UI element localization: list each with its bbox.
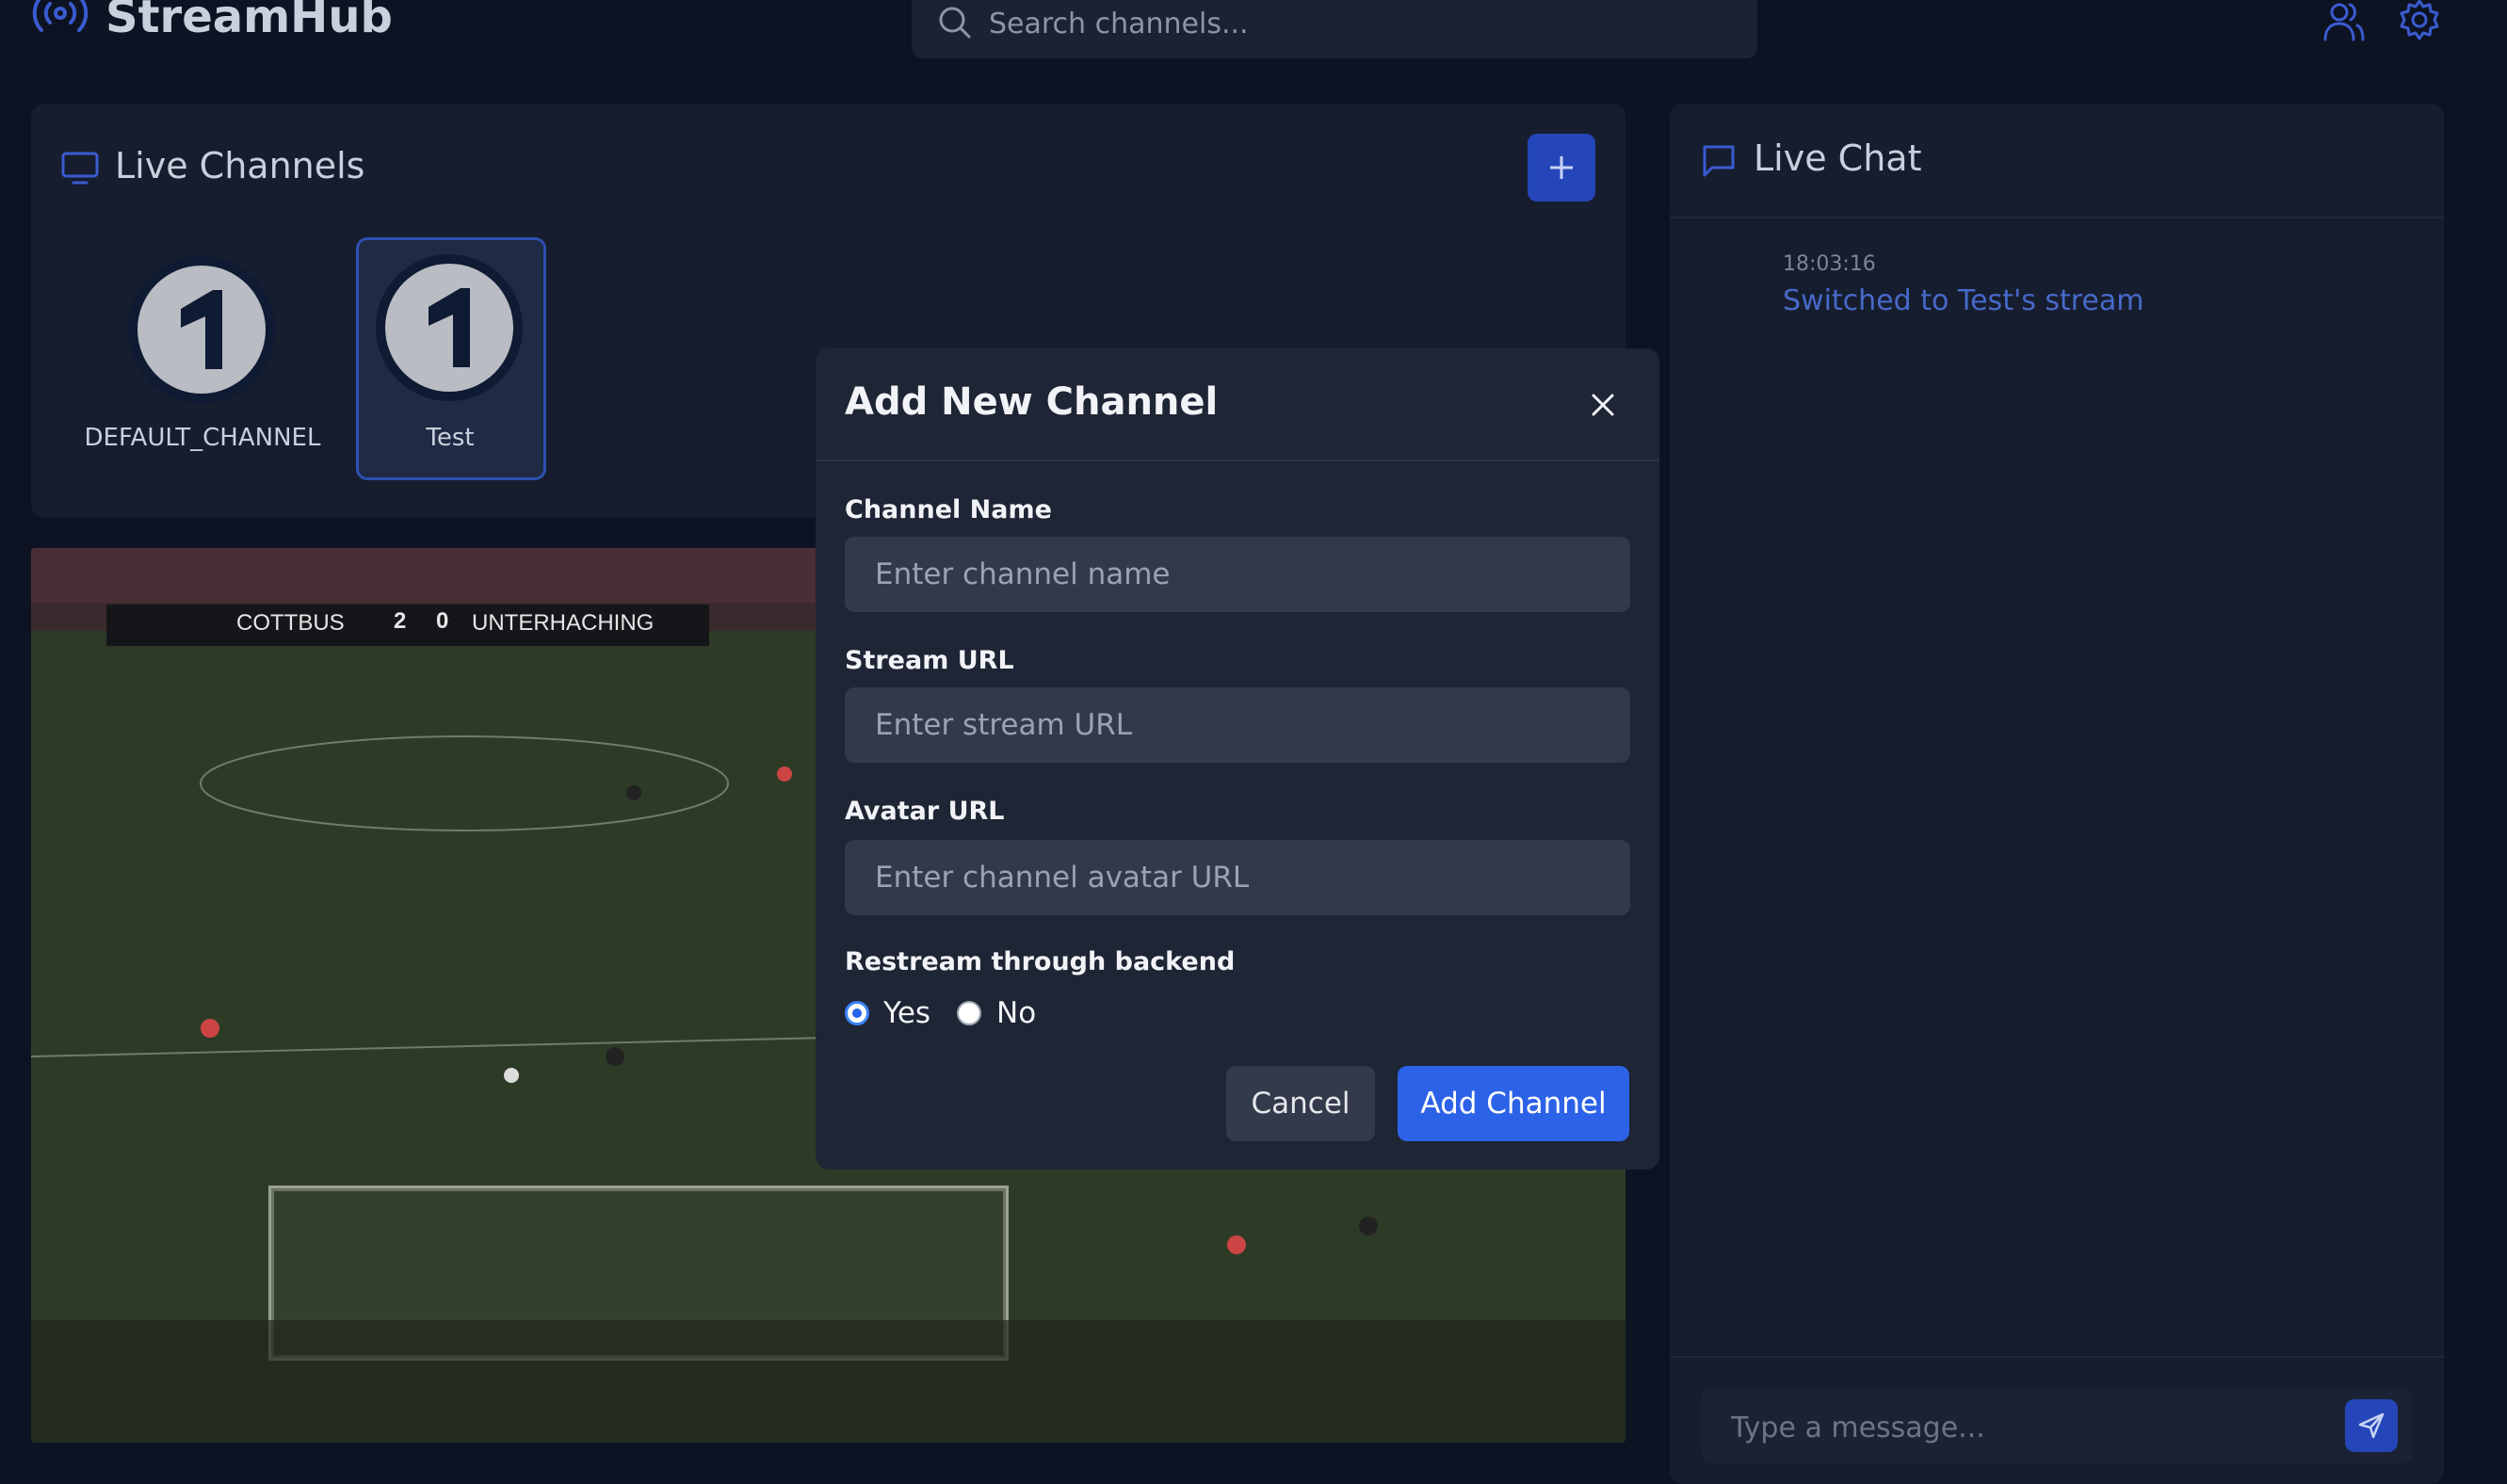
broadcast-icon xyxy=(32,0,89,32)
monitor-icon xyxy=(61,152,99,185)
scoreboard-home-score: 2 xyxy=(394,608,407,634)
close-icon[interactable] xyxy=(1586,388,1620,422)
channels-title: Live Channels xyxy=(115,145,365,186)
add-channel-submit-button[interactable]: Add Channel xyxy=(1398,1066,1629,1141)
chat-header-divider xyxy=(1670,217,2444,218)
restream-no-label[interactable]: No xyxy=(996,996,1036,1030)
stream-url-input[interactable] xyxy=(845,687,1630,763)
gear-icon[interactable] xyxy=(2398,0,2441,41)
modal-title: Add New Channel xyxy=(845,380,1219,424)
chat-message: Switched to Test's stream xyxy=(1783,284,2144,317)
channel-avatar xyxy=(128,256,275,403)
search-icon xyxy=(939,7,971,39)
app-title: StreamHub xyxy=(105,0,393,43)
chat-bubble-icon xyxy=(1703,145,1735,177)
add-channel-button[interactable] xyxy=(1528,134,1595,202)
scoreboard-away-score: 0 xyxy=(436,608,449,634)
search-input[interactable] xyxy=(987,0,1725,47)
channel-avatar xyxy=(376,254,523,401)
chat-title: Live Chat xyxy=(1754,137,1922,179)
avatar-url-label: Avatar URL xyxy=(845,797,1005,826)
channel-label: DEFAULT_CHANNEL xyxy=(84,424,321,452)
modal-divider xyxy=(816,460,1659,461)
restream-label: Restream through backend xyxy=(845,947,1236,976)
cancel-button[interactable]: Cancel xyxy=(1226,1066,1375,1141)
chat-footer-divider xyxy=(1670,1356,2444,1358)
stream-url-label: Stream URL xyxy=(845,646,1014,675)
message-input[interactable] xyxy=(1729,1403,2298,1452)
chat-timestamp: 18:03:16 xyxy=(1783,252,1876,276)
restream-yes-label[interactable]: Yes xyxy=(883,996,930,1030)
restream-yes-radio[interactable] xyxy=(845,1001,869,1025)
plus-icon xyxy=(1550,156,1573,179)
restream-no-radio[interactable] xyxy=(957,1001,981,1025)
send-button[interactable] xyxy=(2345,1399,2398,1452)
users-icon[interactable] xyxy=(2322,0,2366,43)
send-icon xyxy=(2358,1412,2385,1439)
scoreboard-home: COTTBUS xyxy=(236,610,345,636)
channel-name-input[interactable] xyxy=(845,537,1630,612)
scoreboard-away: UNTERHACHING xyxy=(472,610,655,636)
channel-name-label: Channel Name xyxy=(845,495,1052,524)
avatar-url-input[interactable] xyxy=(845,840,1630,915)
channel-label: Test xyxy=(426,424,475,452)
